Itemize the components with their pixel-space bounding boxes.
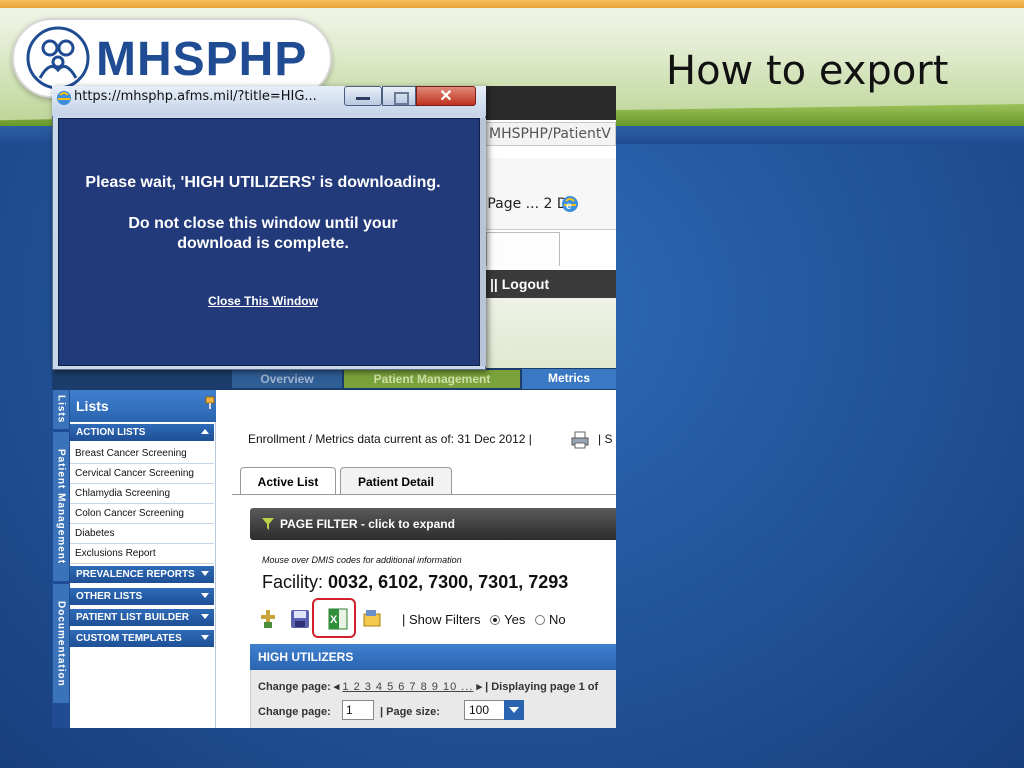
- section-label: PATIENT LIST BUILDER: [76, 612, 189, 623]
- download-warning: Do not close this window until your down…: [58, 214, 468, 254]
- list-item-exclusions-report[interactable]: Exclusions Report: [70, 544, 214, 564]
- family-logo-icon: [26, 26, 90, 90]
- download-message: Please wait, 'HIGH UTILIZERS' is downloa…: [85, 174, 441, 191]
- chevron-down-icon: [201, 614, 209, 619]
- facility-label: Facility:: [262, 572, 324, 592]
- pin-icon[interactable]: [204, 396, 216, 410]
- page-links[interactable]: 1 2 3 4 5 6 7 8 9 10 ...: [342, 681, 473, 693]
- change-page-label: Change page:: [258, 681, 331, 693]
- grid-pager: [250, 670, 616, 728]
- save-icon[interactable]: [290, 608, 310, 630]
- section-label: OTHER LISTS: [76, 591, 143, 602]
- slide-top-stripe: [0, 0, 1024, 8]
- grid-title: HIGH UTILIZERS: [250, 644, 616, 670]
- yes-label: Yes: [504, 612, 526, 627]
- list-item-breast-cancer-screening[interactable]: Breast Cancer Screening: [70, 444, 214, 464]
- download-warning-line2: download is complete.: [177, 235, 349, 252]
- tab-overview[interactable]: Overview: [232, 370, 342, 388]
- show-filters-label: | Show Filters: [402, 612, 481, 627]
- section-action-lists[interactable]: ACTION LISTS: [70, 424, 214, 442]
- section-prevalence-reports[interactable]: PREVALENCE REPORTS: [70, 566, 214, 584]
- favorites-bar: [480, 158, 616, 230]
- app-topbar: || Logout: [480, 270, 616, 300]
- close-icon: ✕: [439, 88, 453, 105]
- excel-export-highlight: [312, 598, 356, 638]
- change-page-label-2: Change page:: [258, 706, 331, 718]
- tab-divider: [232, 494, 616, 495]
- chevron-up-icon: [201, 429, 209, 434]
- chevron-down-icon: [201, 635, 209, 640]
- section-patient-list-builder[interactable]: PATIENT LIST BUILDER: [70, 609, 214, 627]
- ie-favorite-icon[interactable]: e: [560, 194, 580, 214]
- enrollment-date-text: Enrollment / Metrics data current as of:…: [248, 432, 532, 446]
- list-item-colon-cancer-screening[interactable]: Colon Cancer Screening: [70, 504, 214, 524]
- tab-patient-detail[interactable]: Patient Detail: [340, 467, 452, 495]
- download-warning-line1: Do not close this window until your: [128, 215, 398, 232]
- tab-patient-management[interactable]: Patient Management: [344, 370, 520, 388]
- vtab-documentation[interactable]: Documentation: [53, 584, 69, 704]
- no-label: No: [548, 612, 566, 627]
- show-filters-no-radio[interactable]: [534, 615, 545, 625]
- vtab-lists[interactable]: Lists: [53, 390, 69, 430]
- tab-active-list[interactable]: Active List: [240, 467, 336, 495]
- chevron-down-icon: [201, 571, 209, 576]
- close-button[interactable]: ✕: [416, 86, 476, 106]
- prev-page-icon[interactable]: ◂: [334, 681, 340, 693]
- next-page-icon[interactable]: ▸: [476, 681, 482, 693]
- show-filters-row: | Show Filters Yes No: [402, 612, 566, 627]
- popup-scrollbar[interactable]: [480, 118, 486, 366]
- ie-icon: [57, 91, 71, 105]
- section-label: PREVALENCE REPORTS: [76, 569, 195, 580]
- facility-line: Facility: 0032, 6102, 7300, 7301, 7293: [262, 572, 568, 593]
- tab-metrics[interactable]: Metrics: [522, 369, 616, 389]
- address-bar[interactable]: MHSPHP/PatientV: [480, 122, 616, 146]
- filter-funnel-icon: [262, 518, 274, 530]
- mouseover-note: Mouse over DMIS codes for additional inf…: [262, 555, 462, 565]
- chevron-down-icon[interactable]: [504, 700, 524, 720]
- section-custom-templates[interactable]: CUSTOM TEMPLATES: [70, 630, 214, 648]
- logo-text: MHSPHP: [96, 33, 308, 86]
- close-window-link[interactable]: Close This Window: [58, 294, 468, 308]
- browser-tab[interactable]: [486, 232, 560, 266]
- section-label: CUSTOM TEMPLATES: [76, 633, 182, 644]
- minimize-button[interactable]: [344, 86, 382, 106]
- page-size-label: | Page size:: [380, 706, 440, 718]
- list-item-chlamydia-screening[interactable]: Chlamydia Screening: [70, 484, 214, 504]
- pager-row: Change page: ◂ 1 2 3 4 5 6 7 8 9 10 ... …: [258, 680, 598, 693]
- slide-title: How to export: [666, 48, 949, 94]
- show-filters-yes-radio[interactable]: [490, 615, 501, 625]
- page-filter-bar[interactable]: PAGE FILTER - click to expand: [250, 508, 616, 540]
- lists-header: Lists: [70, 390, 216, 422]
- list-item-cervical-cancer-screening[interactable]: Cervical Cancer Screening: [70, 464, 214, 484]
- printer-icon[interactable]: [570, 430, 590, 450]
- popup-url: https://mhsphp.afms.mil/?title=HIG...: [74, 89, 317, 104]
- section-other-lists[interactable]: OTHER LISTS: [70, 588, 214, 606]
- page-number-input[interactable]: 1: [342, 700, 374, 720]
- section-label: ACTION LISTS: [76, 427, 146, 438]
- toolbar-separator: | S: [598, 432, 613, 446]
- app-subheader: [480, 298, 616, 368]
- logout-link[interactable]: || Logout: [490, 276, 549, 292]
- vtab-patient-management[interactable]: Patient Management: [53, 432, 69, 582]
- add-icon[interactable]: [258, 608, 278, 630]
- folder-icon[interactable]: [362, 608, 382, 630]
- maximize-button[interactable]: [382, 86, 416, 106]
- list-item-diabetes[interactable]: Diabetes: [70, 524, 214, 544]
- chevron-down-icon: [201, 593, 209, 598]
- svg-text:e: e: [566, 201, 572, 212]
- facility-codes: 0032, 6102, 7300, 7301, 7293: [328, 572, 569, 592]
- displaying-text: | Displaying page 1 of: [485, 681, 599, 693]
